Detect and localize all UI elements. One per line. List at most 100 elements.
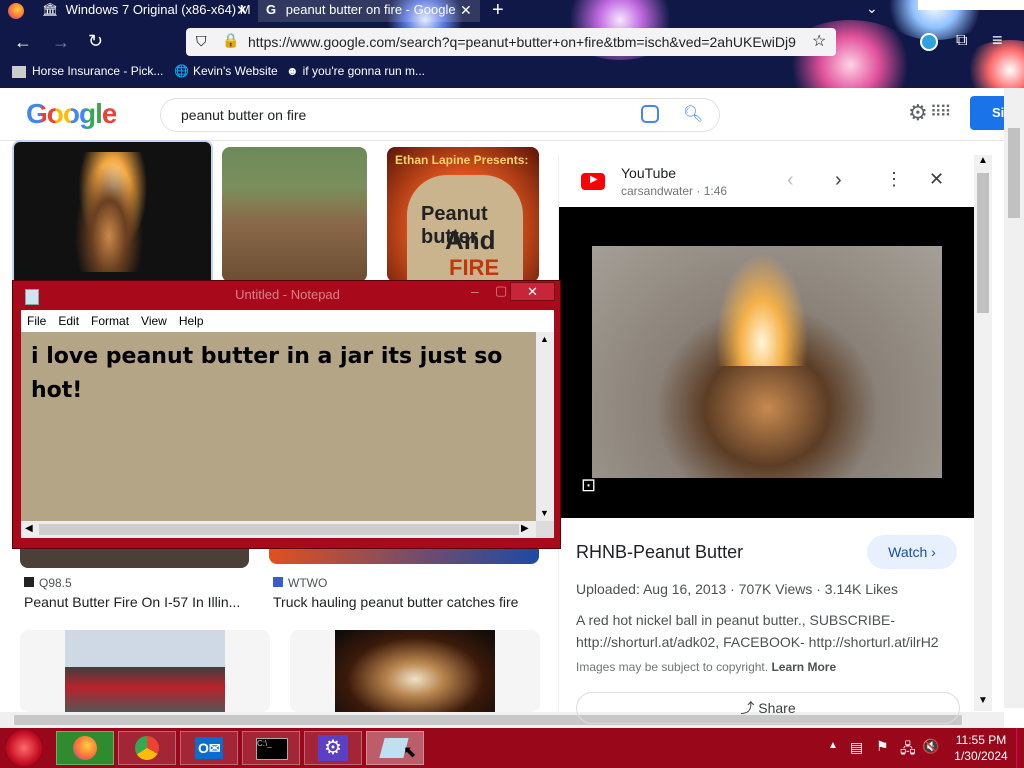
prev-chevron-icon[interactable]: ‹ <box>787 169 794 192</box>
preview-image[interactable]: ⊡ <box>559 207 975 518</box>
clock[interactable]: 11:55 PM 1/30/2024 <box>948 732 1014 764</box>
apps-grid-icon[interactable]: ⠿⠿ <box>930 102 951 122</box>
learn-more-link[interactable]: Learn More <box>771 660 836 674</box>
forward-arrow-icon[interactable]: → <box>52 32 70 53</box>
result-source[interactable]: Q98.5 <box>24 576 72 590</box>
museum-icon: 🏛 <box>42 2 59 17</box>
start-button[interactable] <box>6 730 42 766</box>
taskbar-chrome[interactable] <box>118 731 176 765</box>
reload-icon[interactable]: ↻ <box>88 31 103 52</box>
google-logo[interactable]: Google <box>26 98 117 130</box>
source-favicon-icon <box>24 577 34 587</box>
vertical-scrollbar[interactable]: ▲ ▼ <box>536 332 554 521</box>
scrollbar-thumb[interactable] <box>977 173 989 313</box>
close-icon[interactable]: ✕ <box>236 2 248 19</box>
notepad-window[interactable]: Untitled - Notepad ‒ ▢ ✕ File Edit Format V… <box>12 280 561 549</box>
taskbar-settings[interactable]: ⚙ <box>304 731 362 765</box>
bookmark-label: Kevin's Website <box>192 64 278 78</box>
bookmark-kevins-website[interactable]: 🌐 Kevin's Website <box>174 64 278 78</box>
scroll-up-icon[interactable]: ▲ <box>540 334 549 344</box>
menu-view[interactable]: View <box>141 310 167 332</box>
account-avatar-icon[interactable] <box>920 33 938 51</box>
tab-google-search[interactable]: G peanut butter on fire - Google <box>258 0 480 22</box>
scroll-left-icon[interactable]: ◀ <box>25 523 33 534</box>
result-title[interactable]: Truck hauling peanut butter catches fire <box>273 594 518 610</box>
search-query[interactable]: peanut butter on fire <box>181 107 306 123</box>
image-result-2[interactable] <box>222 147 367 282</box>
show-hidden-icons-icon[interactable]: ▲ <box>828 740 838 751</box>
share-button[interactable]: ⤴ Share <box>576 692 960 724</box>
scroll-down-icon[interactable]: ▼ <box>540 508 549 518</box>
image-result-6[interactable] <box>20 630 270 712</box>
menu-hamburger-icon[interactable]: ≡ <box>992 30 1003 51</box>
panel-scrollbar[interactable]: ▲ ▼ <box>974 155 992 711</box>
shield-icon[interactable]: ⛉ <box>196 33 207 50</box>
taskbar-notepad[interactable]: ⬉ <box>366 731 424 765</box>
network-icon[interactable]: 🖧 <box>900 738 916 762</box>
close-button[interactable]: ✕ <box>510 282 555 301</box>
source-favicon-icon <box>273 577 283 587</box>
watch-button[interactable]: Watch › <box>867 535 957 569</box>
image-result-3[interactable]: Ethan Lapine Presents: Peanut butter And… <box>387 147 539 282</box>
settings-gear-icon[interactable]: ⚙ <box>908 100 928 126</box>
menu-help[interactable]: Help <box>179 310 204 332</box>
chrome-icon <box>135 736 159 760</box>
scrollbar-thumb[interactable] <box>39 524 519 535</box>
menu-edit[interactable]: Edit <box>58 310 79 332</box>
close-icon[interactable]: ✕ <box>460 2 472 19</box>
bookmark-run[interactable]: ☻ if you're gonna run m... <box>286 64 425 78</box>
scroll-down-icon[interactable]: ▼ <box>978 695 988 706</box>
firefox-icon[interactable] <box>8 3 24 19</box>
lock-icon[interactable]: 🔒 <box>222 32 239 49</box>
minimize-icon[interactable]: ‒ <box>471 283 479 299</box>
result-source[interactable]: WTWO <box>273 576 327 590</box>
result-title[interactable]: Peanut Butter Fire On I-57 In Illin... <box>24 594 240 610</box>
lens-search-icon[interactable]: ⊡ <box>581 475 596 496</box>
show-desktop-button[interactable] <box>1016 728 1024 768</box>
bookmark-star-icon[interactable]: ☆ <box>812 31 826 51</box>
maximize-icon[interactable]: ▢ <box>495 283 507 299</box>
extensions-icon[interactable]: ⧉ <box>956 32 967 50</box>
notepad-text[interactable]: i love peanut butter in a jar its just s… <box>31 340 531 408</box>
search-input[interactable]: peanut butter on fire 🔍︎ <box>160 98 720 132</box>
image-result-5-bottom[interactable] <box>269 548 539 564</box>
resize-grip[interactable] <box>536 521 554 538</box>
horizontal-scrollbar[interactable]: ◀ ▶ <box>21 521 536 538</box>
volume-muted-icon[interactable]: 🔇 <box>922 738 939 755</box>
tab-windows7[interactable]: 🏛 Windows 7 Original (x86-x64) M <box>34 0 256 22</box>
command-prompt-icon: C:\_ <box>256 738 288 760</box>
back-arrow-icon[interactable]: ← <box>14 32 32 53</box>
taskbar-outlook[interactable]: O✉ <box>180 731 238 765</box>
tab-label: Windows 7 Original (x86-x64) M <box>65 2 251 17</box>
panel-title[interactable]: RHNB-Peanut Butter <box>576 542 743 563</box>
bookmark-horse-insurance[interactable]: Horse Insurance - Pick... <box>12 64 163 78</box>
scrollbar-thumb[interactable] <box>1008 128 1020 218</box>
notepad-text-area[interactable]: i love peanut butter in a jar its just s… <box>21 332 536 521</box>
taskbar-cmd[interactable]: C:\_ <box>242 731 300 765</box>
source-label: Q98.5 <box>39 576 72 590</box>
image-result-4-bottom[interactable] <box>20 548 249 568</box>
list-tabs-chevron-icon[interactable]: ⌄ <box>866 0 878 17</box>
image-result-7[interactable] <box>290 630 540 712</box>
new-tab-plus-icon[interactable]: + <box>492 0 504 22</box>
bookmark-favicon-icon: ☻ <box>286 64 299 78</box>
search-icon[interactable]: 🔍︎ <box>683 104 703 124</box>
close-icon[interactable]: ✕ <box>929 169 944 190</box>
action-center-icon[interactable]: ▤ <box>850 739 863 756</box>
lens-camera-icon[interactable] <box>641 105 659 123</box>
flag-icon[interactable]: ⚑ <box>876 738 889 755</box>
menu-file[interactable]: File <box>27 310 46 332</box>
menu-format[interactable]: Format <box>91 310 129 332</box>
next-chevron-icon[interactable]: › <box>835 169 842 192</box>
taskbar-firefox[interactable] <box>56 731 114 765</box>
page-scrollbar[interactable] <box>1004 88 1024 708</box>
channel-name: carsandwater <box>621 184 694 198</box>
clock-date: 1/30/2024 <box>954 749 1008 763</box>
more-options-icon[interactable]: ⋮ <box>885 169 903 190</box>
url-text[interactable]: https://www.google.com/search?q=peanut+b… <box>248 34 803 50</box>
image-result-1[interactable] <box>12 140 213 289</box>
panel-site-name[interactable]: YouTube <box>621 165 676 181</box>
scroll-right-icon[interactable]: ▶ <box>521 523 529 534</box>
address-bar[interactable]: ⛉ 🔒 https://www.google.com/search?q=pean… <box>186 28 836 56</box>
scroll-up-icon[interactable]: ▲ <box>978 155 988 166</box>
